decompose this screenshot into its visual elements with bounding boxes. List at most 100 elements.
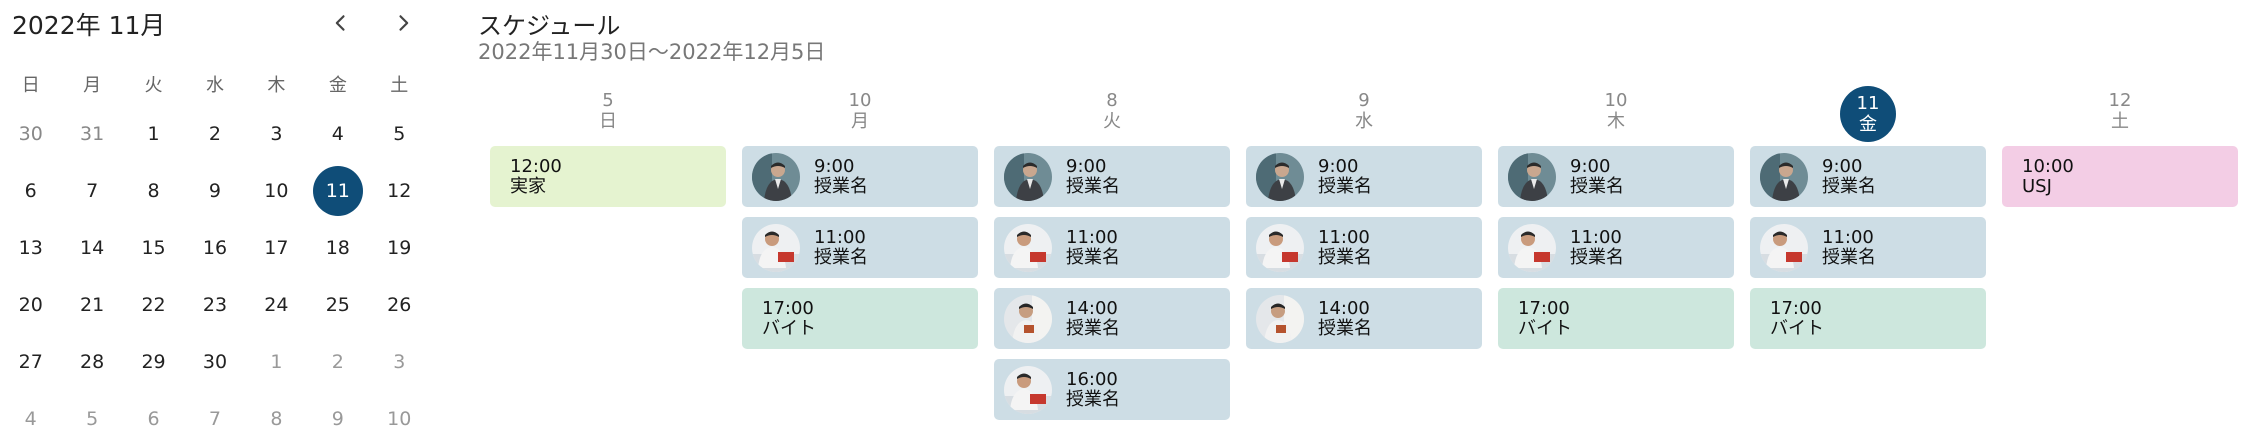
event-card[interactable]: 17:00 バイト: [1498, 288, 1734, 349]
calendar-day[interactable]: 22: [123, 277, 184, 334]
event-card[interactable]: 9:00 授業名: [994, 146, 1230, 207]
event-title: 授業名: [1822, 175, 1876, 197]
calendar-day-number: 1: [147, 123, 160, 145]
calendar-day[interactable]: 1: [246, 334, 307, 391]
event-time: 14:00: [1066, 297, 1118, 319]
event-text: 9:00 授業名: [1318, 156, 1372, 197]
event-card[interactable]: 14:00 授業名: [1246, 288, 1482, 349]
calendar-day-number: 5: [86, 408, 99, 430]
event-time: 11:00: [1570, 226, 1622, 248]
event-list: 9:00 授業名 11:00 授業名 17:00 バイト: [1498, 146, 1734, 349]
event-card[interactable]: 9:00 授業名: [1750, 146, 1986, 207]
calendar-day[interactable]: 28: [61, 334, 122, 391]
event-card[interactable]: 17:00 バイト: [742, 288, 978, 349]
calendar-day[interactable]: 4: [0, 391, 61, 448]
calendar-day-number: 4: [331, 123, 344, 145]
calendar-day[interactable]: 2: [184, 106, 245, 163]
calendar-day[interactable]: 7: [184, 391, 245, 448]
event-time: 11:00: [1318, 226, 1370, 248]
event-card[interactable]: 11:00 授業名: [1498, 217, 1734, 278]
calendar-day[interactable]: 6: [0, 163, 61, 220]
calendar-day[interactable]: 7: [61, 163, 122, 220]
calendar-day[interactable]: 9: [307, 391, 368, 448]
calendar-day[interactable]: 30: [184, 334, 245, 391]
day-date: 10: [1604, 90, 1628, 111]
chevron-right-icon: [399, 15, 409, 31]
event-card[interactable]: 14:00 授業名: [994, 288, 1230, 349]
day-header[interactable]: 10 月: [742, 90, 978, 146]
event-card[interactable]: 12:00 実家: [490, 146, 726, 207]
day-header[interactable]: 9水: [1246, 90, 1482, 146]
weekday-label: 月: [83, 75, 102, 96]
calendar-day-selected[interactable]: 11: [307, 163, 368, 220]
calendar-day[interactable]: 8: [246, 391, 307, 448]
calendar-day[interactable]: 27: [0, 334, 61, 391]
event-card[interactable]: 11:00 授業名: [742, 217, 978, 278]
calendar-day[interactable]: 19: [369, 220, 430, 277]
calendar-day[interactable]: 5: [369, 106, 430, 163]
event-text: 9:00 授業名: [1822, 156, 1876, 197]
calendar-day[interactable]: 8: [123, 163, 184, 220]
next-month-button[interactable]: [386, 6, 420, 40]
schedule-date-range: 2022年11月30日〜2022年12月5日: [478, 40, 826, 64]
calendar-day[interactable]: 10: [369, 391, 430, 448]
calendar-day[interactable]: 2: [307, 334, 368, 391]
event-card[interactable]: 11:00 授業名: [994, 217, 1230, 278]
day-header-today[interactable]: 11 金: [1750, 86, 1986, 146]
calendar-day[interactable]: 26: [369, 277, 430, 334]
day-header[interactable]: 8火: [994, 90, 1230, 146]
event-card[interactable]: 9:00 授業名: [1498, 146, 1734, 207]
event-card[interactable]: 16:00 授業名: [994, 359, 1230, 420]
event-card[interactable]: 11:00 授業名: [1246, 217, 1482, 278]
calendar-day[interactable]: 12: [369, 163, 430, 220]
event-card[interactable]: 17:00 バイト: [1750, 288, 1986, 349]
day-header[interactable]: 12 土: [2002, 90, 2238, 146]
calendar-week-row: 13 14 15 16 17 18 19: [0, 220, 430, 277]
calendar-day[interactable]: 9: [184, 163, 245, 220]
calendar-day[interactable]: 1: [123, 106, 184, 163]
day-column: 8 火 9:00 授業名 11:00 授業名 14:00 授業名 16:00 授業名: [994, 90, 1230, 430]
event-text: 10:00 USJ: [2022, 156, 2074, 197]
event-card[interactable]: 9:00 授業名: [1246, 146, 1482, 207]
calendar-day[interactable]: 5: [61, 391, 122, 448]
event-time: 9:00: [1066, 155, 1107, 177]
calendar-day[interactable]: 10: [246, 163, 307, 220]
prev-month-button[interactable]: [324, 6, 358, 40]
event-text: 9:00 授業名: [814, 156, 868, 197]
event-time: 12:00: [510, 155, 562, 177]
calendar-day[interactable]: 24: [246, 277, 307, 334]
calendar-day[interactable]: 20: [0, 277, 61, 334]
event-card[interactable]: 10:00 USJ: [2002, 146, 2238, 207]
calendar-day-number: 5: [393, 123, 406, 145]
calendar-day[interactable]: 23: [184, 277, 245, 334]
calendar-day[interactable]: 3: [369, 334, 430, 391]
day-header[interactable]: 10 木: [1498, 90, 1734, 146]
event-title: バイト: [1518, 317, 1572, 339]
calendar-day-number: 20: [18, 294, 43, 316]
calendar-day[interactable]: 3: [246, 106, 307, 163]
calendar-day-number: 23: [202, 294, 228, 316]
day-header[interactable]: 5日: [490, 90, 726, 146]
event-card[interactable]: 11:00 授業名: [1750, 217, 1986, 278]
event-text: 9:00 授業名: [1570, 156, 1624, 197]
calendar-day[interactable]: 25: [307, 277, 368, 334]
calendar-day[interactable]: 29: [123, 334, 184, 391]
calendar-day[interactable]: 14: [61, 220, 122, 277]
event-title: 授業名: [1570, 246, 1624, 268]
calendar-day-number: 3: [393, 351, 406, 373]
event-card[interactable]: 9:00 授業名: [742, 146, 978, 207]
calendar-day[interactable]: 30: [0, 106, 61, 163]
calendar-day[interactable]: 4: [307, 106, 368, 163]
calendar-day[interactable]: 6: [123, 391, 184, 448]
calendar-day[interactable]: 21: [61, 277, 122, 334]
calendar-day[interactable]: 31: [61, 106, 122, 163]
calendar-day[interactable]: 13: [0, 220, 61, 277]
event-title: 授業名: [1318, 175, 1372, 197]
calendar-day-number: 2: [331, 351, 344, 373]
calendar-day[interactable]: 17: [246, 220, 307, 277]
calendar-day[interactable]: 18: [307, 220, 368, 277]
day-weekday: 金: [1859, 114, 1877, 135]
event-list: 12:00 実家: [490, 146, 726, 207]
calendar-day[interactable]: 16: [184, 220, 245, 277]
calendar-day[interactable]: 15: [123, 220, 184, 277]
